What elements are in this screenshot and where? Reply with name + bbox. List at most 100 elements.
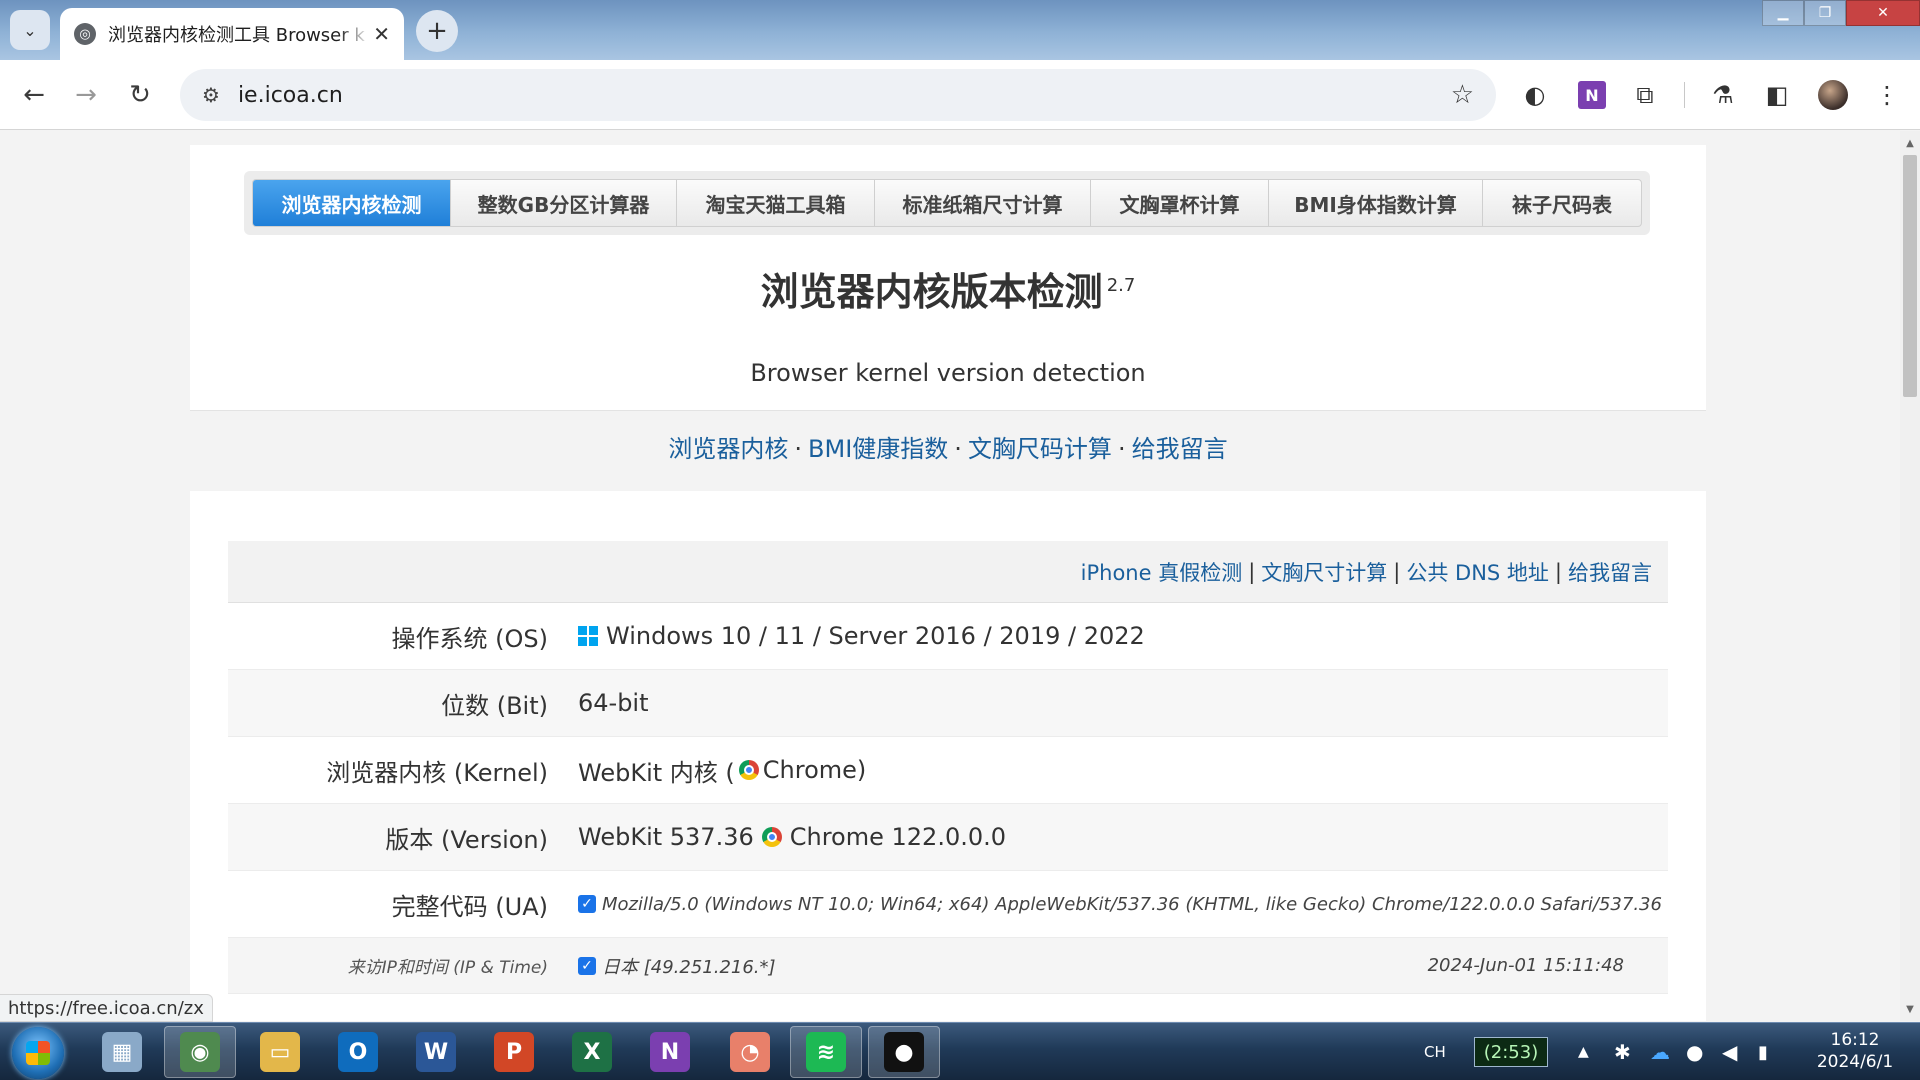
address-bar[interactable]: ⚙ ie.icoa.cn ☆ bbox=[180, 69, 1496, 121]
separator: · bbox=[794, 435, 803, 463]
clock-time: 16:12 bbox=[1830, 1030, 1880, 1050]
onedrive-icon[interactable]: ☁ bbox=[1650, 1023, 1670, 1080]
link-bmi[interactable]: BMI健康指数 bbox=[808, 435, 948, 463]
checkbox-ua[interactable]: ✓ bbox=[578, 895, 596, 913]
link-browser-kernel[interactable]: 浏览器内核 bbox=[668, 435, 788, 463]
profile-avatar[interactable] bbox=[1818, 80, 1848, 110]
row-value: ✓ 日本 [49.251.216.*] 2024-Jun-01 15:11:48 bbox=[578, 953, 1668, 979]
header-card: 浏览器内核检测 整数GB分区计算器 淘宝天猫工具箱 标准纸箱尺寸计算 文胸罩杯计… bbox=[190, 145, 1706, 411]
volume-icon[interactable]: ◀ bbox=[1722, 1023, 1737, 1080]
link-bra-size-calc[interactable]: 文胸尺寸计算 bbox=[1261, 557, 1387, 587]
powerpoint-icon: P bbox=[494, 1032, 534, 1072]
taskbar-app-qq[interactable]: ● bbox=[868, 1026, 940, 1078]
chrome-icon: ◉ bbox=[180, 1032, 220, 1072]
url-text[interactable]: ie.icoa.cn bbox=[238, 83, 343, 108]
network-signal-icon[interactable]: ▮ bbox=[1758, 1023, 1768, 1080]
taskbar-app-word[interactable]: W bbox=[400, 1026, 472, 1078]
chrome-icon bbox=[761, 827, 782, 847]
row-value: ✓ Mozilla/5.0 (Windows NT 10.0; Win64; x… bbox=[578, 894, 1662, 915]
taskbar-app-spotify[interactable]: ≋ bbox=[790, 1026, 862, 1078]
menu-item-bra-cup[interactable]: 文胸罩杯计算 bbox=[1091, 180, 1269, 226]
word-icon: W bbox=[416, 1032, 456, 1072]
onenote-clipper-icon[interactable]: N bbox=[1578, 81, 1606, 109]
restore-icon: ❐ bbox=[1818, 5, 1832, 21]
menu-item-sock-size[interactable]: 袜子尺码表 bbox=[1483, 180, 1641, 226]
browser-toolbar: ← → ↻ ⚙ ie.icoa.cn ☆ ◐ N ⧉ ⚗ ◧ ⋮ bbox=[0, 60, 1920, 130]
input-method-indicator[interactable]: CH bbox=[1424, 1023, 1446, 1080]
minimize-button[interactable]: ▁ bbox=[1762, 0, 1804, 26]
link-guestbook[interactable]: 给我留言 bbox=[1132, 435, 1228, 463]
taskbar-app-excel[interactable]: X bbox=[556, 1026, 628, 1078]
row-label: 操作系统 (OS) bbox=[391, 624, 548, 653]
extension-icon[interactable]: ◐ bbox=[1516, 76, 1554, 114]
reload-button[interactable]: ↻ bbox=[120, 75, 160, 115]
checkbox-ip[interactable]: ✓ bbox=[578, 956, 596, 975]
side-panel-icon[interactable]: ◧ bbox=[1758, 76, 1796, 114]
browser-tab[interactable]: ◎ 浏览器内核检测工具 Browser k ✕ bbox=[60, 8, 404, 60]
more-menu-icon[interactable]: ⋮ bbox=[1868, 76, 1906, 114]
taskbar-app-explorer[interactable]: ▭ bbox=[244, 1026, 316, 1078]
version-badge: 2.7 bbox=[1106, 275, 1136, 297]
link-leave-message[interactable]: 给我留言 bbox=[1568, 557, 1652, 587]
bluetooth-icon[interactable]: ✱ bbox=[1614, 1023, 1631, 1080]
site-settings-icon[interactable]: ⚙ bbox=[202, 83, 220, 107]
menu-item-bmi[interactable]: BMI身体指数计算 bbox=[1269, 180, 1483, 226]
new-tab-button[interactable]: + bbox=[416, 10, 458, 52]
start-button[interactable] bbox=[12, 1027, 64, 1079]
table-row-ip: 来访IP和时间 (IP & Time) ✓ 日本 [49.251.216.*] … bbox=[228, 938, 1668, 994]
taskbar-app-calculator[interactable]: ▦ bbox=[86, 1026, 158, 1078]
link-bra-size[interactable]: 文胸尺码计算 bbox=[968, 435, 1112, 463]
window-controls: ▁ ❐ ✕ bbox=[1762, 0, 1920, 28]
moon-icon: ◐ bbox=[1524, 81, 1546, 109]
tab-search-button[interactable]: ⌄ bbox=[10, 10, 50, 50]
taskbar-app-chart-app[interactable]: ◔ bbox=[714, 1026, 786, 1078]
qq-tray-icon[interactable]: ● bbox=[1686, 1023, 1703, 1080]
table-row-bit: 位数 (Bit) 64-bit bbox=[228, 670, 1668, 737]
explorer-icon: ▭ bbox=[260, 1032, 300, 1072]
row-value: WebKit 537.36 Chrome 122.0.0.0 bbox=[578, 823, 1006, 851]
table-row-ua: 完整代码 (UA) ✓ Mozilla/5.0 (Windows NT 10.0… bbox=[228, 871, 1668, 938]
menu-item-carton-size[interactable]: 标准纸箱尺寸计算 bbox=[875, 180, 1091, 226]
menu-item-browser-kernel[interactable]: 浏览器内核检测 bbox=[253, 180, 451, 226]
kernel-browser: Chrome) bbox=[762, 756, 867, 784]
excel-icon: X bbox=[572, 1032, 612, 1072]
scrollbar-thumb[interactable] bbox=[1903, 155, 1917, 397]
ip-value: 日本 [49.251.216.*] bbox=[602, 956, 776, 978]
chevron-down-icon: ⌄ bbox=[23, 20, 37, 40]
scroll-up-icon[interactable]: ▲ bbox=[1900, 133, 1920, 153]
table-row-kernel: 浏览器内核 (Kernel) WebKit 内核 ( Chrome) bbox=[228, 737, 1668, 804]
clock-date: 2024/6/1 bbox=[1816, 1052, 1894, 1072]
menu-item-taobao-tools[interactable]: 淘宝天猫工具箱 bbox=[677, 180, 875, 226]
page-scrollbar[interactable]: ▲ ▼ bbox=[1900, 131, 1920, 1021]
calculator-icon: ▦ bbox=[102, 1032, 142, 1072]
menu-item-gb-partition[interactable]: 整数GB分区计算器 bbox=[451, 180, 677, 226]
table-header-links: iPhone 真假检测 | 文胸尺寸计算 | 公共 DNS 地址 | 给我留言 bbox=[228, 541, 1668, 603]
taskbar-app-chrome[interactable]: ◉ bbox=[164, 1026, 236, 1078]
minimize-icon: ▁ bbox=[1777, 5, 1789, 21]
system-clock[interactable]: 16:12 2024/6/1 bbox=[1800, 1029, 1910, 1073]
battery-indicator[interactable]: (2:53) bbox=[1474, 1037, 1548, 1067]
ua-string: Mozilla/5.0 (Windows NT 10.0; Win64; x64… bbox=[602, 893, 1662, 915]
bookmark-star-icon[interactable]: ☆ bbox=[1451, 80, 1474, 110]
taskbar-app-outlook[interactable]: O bbox=[322, 1026, 394, 1078]
spotify-icon: ≋ bbox=[806, 1032, 846, 1072]
labs-flask-icon[interactable]: ⚗ bbox=[1704, 76, 1742, 114]
page-title: 浏览器内核版本检测 2.7 bbox=[190, 261, 1706, 316]
separator: | bbox=[1248, 559, 1256, 584]
taskbar-app-onenote[interactable]: N bbox=[634, 1026, 706, 1078]
taskbar-app-powerpoint[interactable]: P bbox=[478, 1026, 550, 1078]
link-iphone-check[interactable]: iPhone 真假检测 bbox=[1081, 557, 1243, 587]
tray-expand-icon[interactable]: ▲ bbox=[1578, 1023, 1589, 1080]
forward-button[interactable]: → bbox=[66, 75, 106, 115]
separator: · bbox=[1117, 435, 1126, 463]
close-icon: ✕ bbox=[1877, 5, 1889, 21]
web-page: 浏览器内核检测 整数GB分区计算器 淘宝天猫工具箱 标准纸箱尺寸计算 文胸罩杯计… bbox=[0, 131, 1900, 1021]
close-tab-icon[interactable]: ✕ bbox=[373, 22, 390, 46]
restore-button[interactable]: ❐ bbox=[1804, 0, 1846, 26]
close-window-button[interactable]: ✕ bbox=[1846, 0, 1920, 26]
back-button[interactable]: ← bbox=[14, 75, 54, 115]
extensions-puzzle-icon[interactable]: ⧉ bbox=[1626, 76, 1664, 114]
link-public-dns[interactable]: 公共 DNS 地址 bbox=[1406, 557, 1549, 587]
separator: | bbox=[1554, 559, 1562, 584]
scroll-down-icon[interactable]: ▼ bbox=[1900, 999, 1920, 1019]
